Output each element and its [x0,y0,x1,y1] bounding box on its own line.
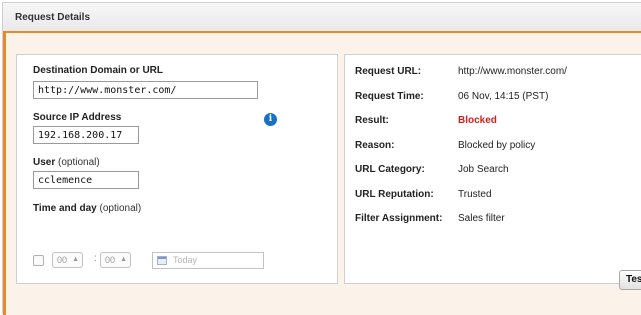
source-ip-label: Source IP Address [33,112,122,123]
result-label: Result: [355,115,389,126]
url-category-label: URL Category: [355,164,425,175]
filter-assignment-label: Filter Assignment: [355,213,443,224]
source-ip-input[interactable] [33,126,139,144]
user-label: User (optional) [33,157,100,168]
time-separator: : [94,253,97,264]
reason-value: Blocked by policy [458,140,536,151]
url-reputation-label: URL Reputation: [355,189,434,200]
request-url-value: http://www.monster.com/ [458,66,567,77]
user-optional-text: (optional) [58,157,100,168]
request-time-value: 06 Nov, 14:15 (PST) [458,91,549,102]
hour-value: 00 [57,255,68,265]
request-form: Destination Domain or URL i Source IP Ad… [16,54,338,284]
calendar-icon [157,256,167,265]
up-down-arrows-icon: ▲ [72,256,79,263]
time-optional-text: (optional) [99,203,142,214]
time-enable-checkbox[interactable] [33,255,44,266]
time-label: Time and day (optional) [33,203,141,214]
minute-stepper[interactable]: 00 ▲ [100,252,131,268]
info-icon[interactable]: i [264,113,277,126]
destination-label: Destination Domain or URL [33,65,164,76]
url-reputation-value: Trusted [458,189,492,200]
hour-stepper[interactable]: 00 ▲ [52,252,83,268]
panel-title: Request Details [3,3,641,33]
panel-content: Destination Domain or URL i Source IP Ad… [3,33,641,315]
up-down-arrows-icon: ▲ [120,256,127,263]
request-url-label: Request URL: [355,66,422,77]
url-category-value: Job Search [458,164,509,175]
user-label-text: User [33,157,56,168]
result-value: Blocked [458,115,497,126]
user-input[interactable] [33,171,139,189]
request-details-summary: Request URL: http://www.monster.com/ Req… [344,54,641,284]
date-placeholder: Today [173,255,198,265]
destination-url-input[interactable] [33,81,258,99]
test-button[interactable]: Test [619,270,641,290]
request-time-label: Request Time: [355,91,424,102]
filter-assignment-value: Sales filter [458,213,505,224]
date-input[interactable]: Today [152,252,264,269]
request-details-panel: Request Details Destination Domain or UR… [2,2,641,315]
reason-label: Reason: [355,140,395,151]
minute-value: 00 [105,255,116,265]
time-label-text: Time and day [33,203,97,214]
